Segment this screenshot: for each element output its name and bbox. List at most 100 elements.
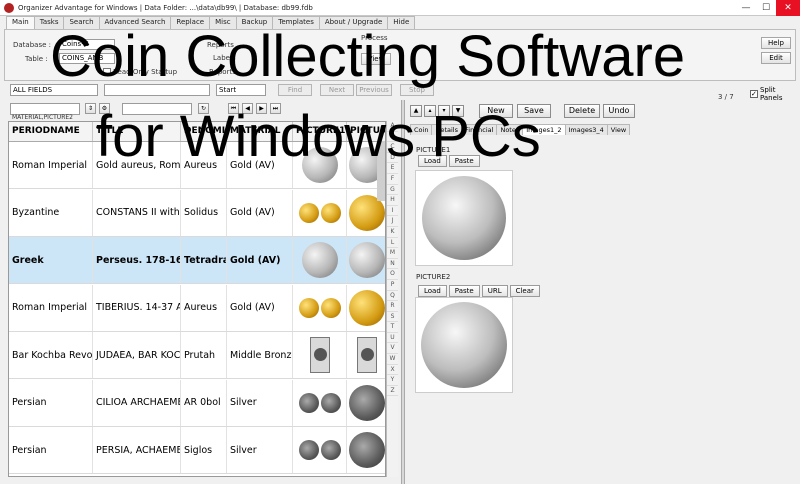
tab-images3-4[interactable]: Images3_4 (564, 124, 608, 135)
table-select[interactable]: COINS_AMB (59, 53, 115, 64)
previous-button[interactable]: Previous (356, 84, 392, 96)
alphabet-index-item[interactable]: F (387, 174, 398, 185)
table-row[interactable]: Byzantine CONSTANS II with Solidus Gold (AV… (9, 189, 385, 237)
table-row[interactable]: Roman ImperialGold aureus, RomanAureusGo… (9, 142, 385, 189)
cell-picture2[interactable] (347, 237, 385, 283)
tab-templates[interactable]: Templates (272, 16, 320, 29)
alphabet-index-item[interactable]: D (387, 153, 398, 164)
reports2-label[interactable]: Reports (209, 68, 236, 76)
maximize-icon[interactable]: ☐ (756, 0, 776, 16)
find-button[interactable]: Find (278, 84, 312, 96)
alphabet-index-item[interactable]: M (387, 248, 398, 259)
cell-picture1[interactable] (293, 427, 347, 473)
tab-replace[interactable]: Replace (170, 16, 211, 29)
first-icon[interactable]: ▲ (410, 105, 422, 117)
split-panels-toggle[interactable]: ✓ Split Panels (750, 86, 800, 102)
labels-label[interactable]: Labels (213, 54, 236, 62)
panel-splitter[interactable] (401, 100, 405, 484)
edit-button[interactable]: Edit (761, 52, 791, 64)
cell-denomination[interactable]: Siglos (181, 427, 227, 473)
tab-about-upgrade[interactable]: About / Upgrade (318, 16, 389, 29)
col-header-picture1[interactable]: PICTURE1 (293, 122, 347, 141)
tab-backup[interactable]: Backup (235, 16, 274, 29)
cell-picture2[interactable] (347, 380, 385, 426)
tab-search[interactable]: Search (63, 16, 100, 29)
alphabet-index-item[interactable]: B (387, 132, 398, 143)
tab-images1-2[interactable]: Images1_2 (522, 124, 566, 135)
save-button[interactable]: Save (517, 104, 551, 118)
tab-hide[interactable]: Hide (387, 16, 416, 29)
stop-button[interactable]: Stop (400, 84, 434, 96)
tab-main[interactable]: Main (6, 16, 35, 30)
tab-tasks[interactable]: Tasks (33, 16, 65, 29)
cell-denomination[interactable]: AR 0bol (181, 379, 227, 426)
tab-view[interactable]: View (606, 124, 631, 135)
tab-coin[interactable]: Coin (410, 124, 433, 135)
picture1-load-button[interactable]: Load (418, 155, 447, 167)
cell-denomination[interactable]: Prutah (181, 332, 227, 378)
cell-title[interactable]: CONSTANS II with (93, 189, 181, 236)
grid-scrollbar[interactable] (377, 141, 385, 201)
search-mode-select[interactable]: Start (216, 84, 266, 96)
alphabet-index-item[interactable]: X (387, 365, 398, 376)
picture2-url-button[interactable]: URL (481, 285, 508, 297)
cell-denomination[interactable]: Tetradrachm (181, 237, 227, 283)
filter-select[interactable] (122, 103, 192, 115)
tab-details[interactable]: Details (431, 124, 462, 135)
alphabet-index-item[interactable]: J (387, 216, 398, 227)
cell-periodname[interactable]: Roman Imperial (9, 284, 93, 331)
picture2-paste-button[interactable]: Paste (448, 285, 480, 297)
table-row[interactable]: Bar Kochba RevoltJUDAEA, BAR KOCHBAPruta… (9, 332, 385, 379)
cell-title[interactable]: PERSIA, ACHAEMENID (93, 427, 181, 473)
search-input[interactable] (104, 84, 210, 96)
cell-picture1[interactable] (293, 189, 347, 236)
tab-misc[interactable]: Misc (209, 16, 237, 29)
cell-material[interactable]: Gold (AV) (227, 142, 293, 188)
cell-title[interactable]: TIBERIUS. 14-37 AD (93, 284, 181, 331)
cell-picture1[interactable] (293, 332, 347, 378)
new-button[interactable]: New (479, 104, 513, 118)
settings-icon[interactable]: ⚙ (99, 103, 110, 114)
alphabet-index-item[interactable]: W (387, 354, 398, 365)
cell-picture2[interactable] (347, 285, 385, 331)
cell-periodname[interactable]: Persian (9, 427, 93, 473)
cell-periodname[interactable]: Persian (9, 379, 93, 426)
refresh-icon[interactable]: ↻ (198, 103, 209, 114)
cell-title[interactable]: Gold aureus, Roman (93, 142, 181, 188)
alphabet-index-item[interactable]: N (387, 259, 398, 270)
read-only-checkbox[interactable] (103, 68, 111, 76)
cell-material[interactable]: Silver (227, 379, 293, 426)
cell-picture1[interactable] (293, 237, 347, 283)
alphabet-index-item[interactable]: S (387, 312, 398, 323)
undo-button[interactable]: Undo (603, 104, 635, 118)
alphabet-index-item[interactable]: Y (387, 375, 398, 386)
picture1-paste-button[interactable]: Paste (448, 155, 480, 167)
cell-picture2[interactable] (347, 332, 385, 378)
help-button[interactable]: Help (761, 37, 791, 49)
table-row[interactable]: PersianPERSIA, ACHAEMENIDSiglosSilver (9, 427, 385, 474)
cell-periodname[interactable]: Roman Imperial (9, 142, 93, 188)
col-header-material[interactable]: MATERIAL (227, 122, 293, 141)
cell-material[interactable]: Gold (AV) (227, 189, 293, 236)
table-row[interactable]: GreekPerseus. 178-168 BCTetradrachmGold … (9, 237, 385, 284)
alphabet-index-item[interactable]: L (387, 238, 398, 249)
next-button[interactable]: Next (320, 84, 354, 96)
cell-denomination[interactable]: Aureus (181, 142, 227, 188)
col-header-periodname[interactable]: PERIODNAME (9, 122, 93, 141)
alphabet-index-item[interactable]: O (387, 269, 398, 280)
alphabet-index-item[interactable]: H (387, 195, 398, 206)
picture2-clear-button[interactable]: Clear (509, 285, 540, 297)
alphabet-index-item[interactable]: K (387, 227, 398, 238)
cell-denomination[interactable]: Aureus (181, 284, 227, 331)
prev-record-icon[interactable]: ◀ (242, 103, 253, 114)
minimize-icon[interactable]: — (736, 0, 756, 16)
tab-notes[interactable]: Notes (496, 124, 524, 135)
tab-advanced-search[interactable]: Advanced Search (98, 16, 172, 29)
cell-periodname[interactable]: Bar Kochba Revolt (9, 332, 93, 378)
cell-picture1[interactable] (293, 142, 347, 188)
alphabet-index-item[interactable]: G (387, 185, 398, 196)
cell-denomination[interactable]: Solidus (181, 189, 227, 236)
col-header-denomination[interactable]: DENOMINAT (181, 122, 227, 141)
alphabet-index-item[interactable]: P (387, 280, 398, 291)
tab-financial[interactable]: Financial (461, 124, 498, 135)
